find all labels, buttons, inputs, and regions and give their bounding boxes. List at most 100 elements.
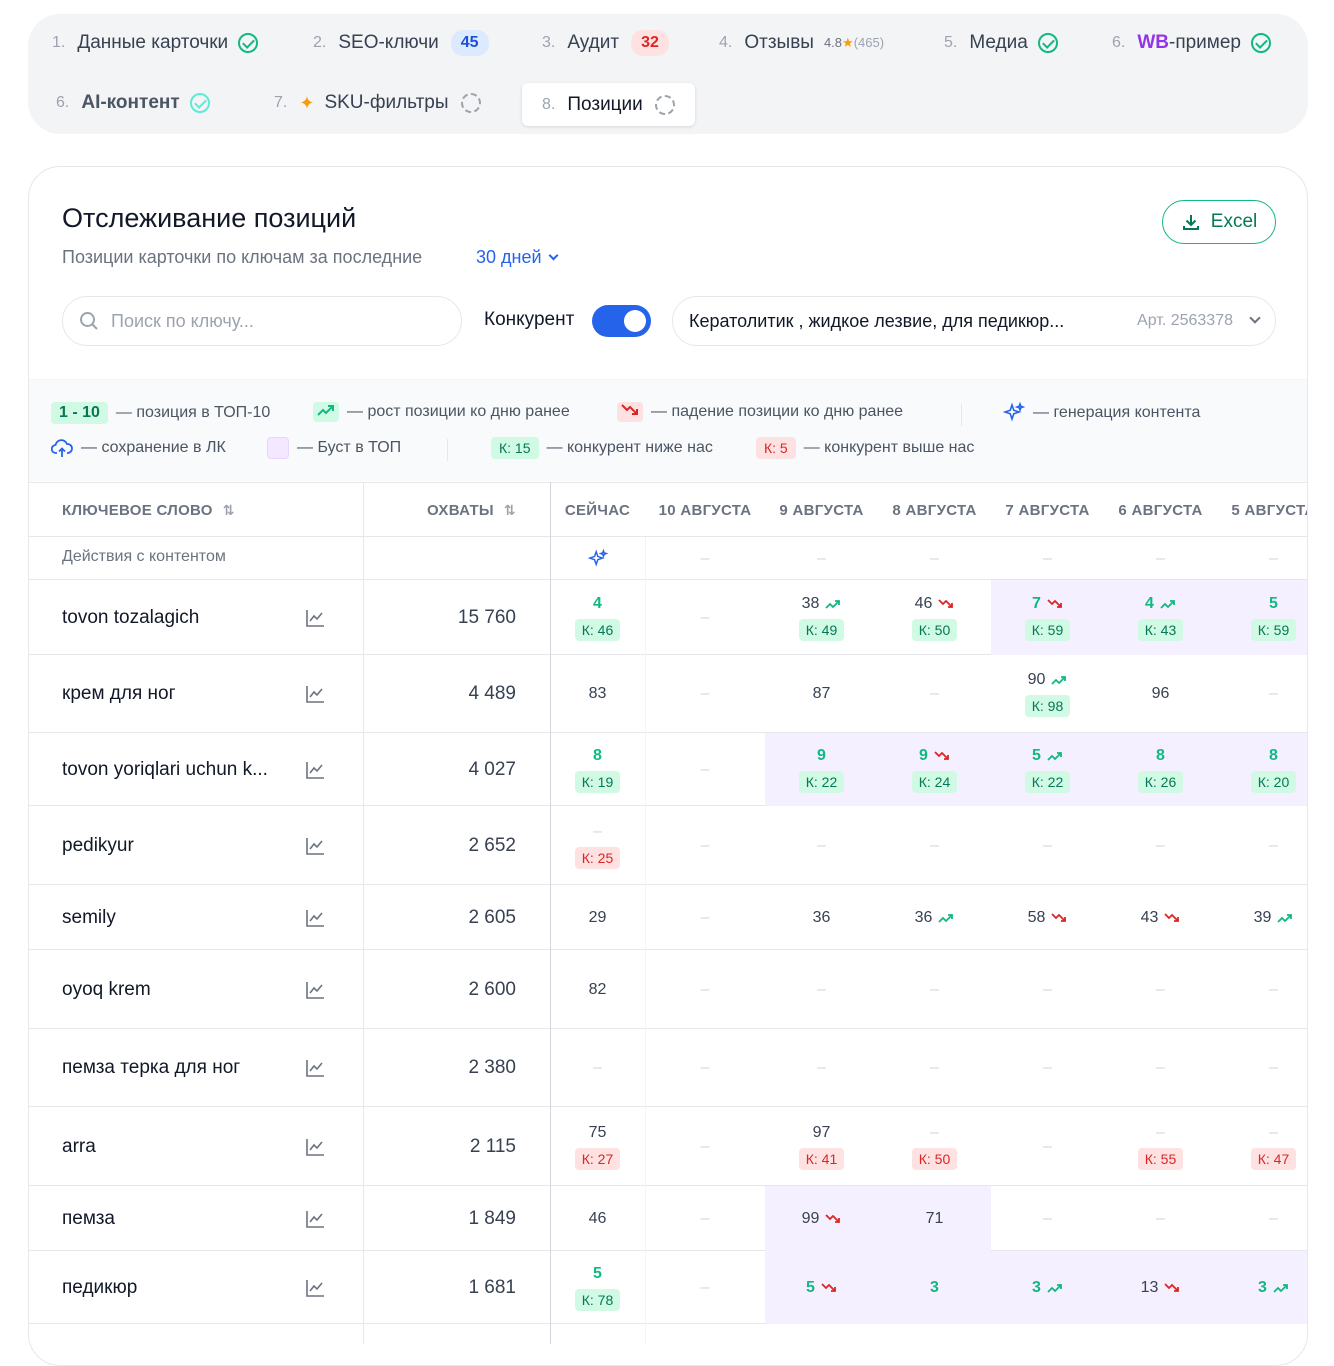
sparkle-icon: ✦ [299,92,315,113]
trend-up-icon [1277,912,1293,924]
tab-positions[interactable]: 8. Позиции [522,83,695,126]
header-reach[interactable]: ОХВАТЫ ⇅ [427,483,516,537]
reach-value: 2 652 [468,834,516,856]
tab-media[interactable]: 5. Медиа [920,21,1082,65]
chart-icon[interactable] [305,1210,325,1233]
position-cell: 9 К: 22 [765,733,878,806]
position-cell: 7 К: 59 [991,580,1104,655]
legend-top10: 1 - 10— позиция в ТОП-10 [51,402,270,424]
chart-icon[interactable] [305,685,325,708]
tab-card-data[interactable]: 1. Данные карточки [28,21,282,65]
chart-icon[interactable] [305,761,325,784]
position-cell: 5 К: 59 [1217,580,1307,655]
check-circle-icon [1251,33,1271,53]
position-cell: 5 [765,1251,878,1324]
chart-icon[interactable] [305,981,325,1004]
keyword-text: tovon tozalagich [62,606,200,628]
tab-wb-example[interactable]: 6. WB-пример [1088,21,1295,65]
competitor-toggle[interactable] [592,305,651,337]
position-cell: 4 К: 46 [550,580,645,655]
trend-down-icon [934,750,950,762]
position-cell: 82 [588,980,607,998]
header-date-col: 6 АВГУСТА [1118,501,1203,519]
chart-icon[interactable] [305,909,325,932]
keyword-search[interactable] [62,296,462,346]
trend-down-icon [1164,912,1180,924]
competitor-position-badge: К: 46 [574,618,621,641]
position-cell: – [1156,980,1165,998]
position-cell: – К: 47 [1217,1107,1307,1186]
trend-down-icon [825,1213,841,1225]
header-date-col: 8 АВГУСТА [892,501,977,519]
excel-export-button[interactable]: Excel [1162,200,1276,244]
generate-content-icon[interactable] [550,537,645,580]
chart-icon[interactable] [305,1138,325,1161]
pending-circle-icon [654,94,675,115]
position-cell: – [700,908,710,926]
reach-value: 1 681 [468,1276,516,1298]
competitor-position-badge: К: 20 [1250,770,1297,793]
trend-up-icon [938,912,954,924]
keyword-text: педикюр [62,1276,138,1298]
competitor-position-badge: К: 41 [798,1147,845,1170]
search-icon [80,312,98,330]
product-article: Арт. 2563378 [1137,312,1233,329]
position-cell: – [1156,1209,1165,1227]
competitor-product-select[interactable]: Кератолитик , жидкое лезвие, для педикюр… [672,296,1276,346]
keyword-text: крем для ног [62,683,176,704]
position-cell: 38 К: 49 [765,580,878,655]
table-row: пемза терка для ног 2 380 – – – – – – – [29,1029,1307,1107]
table-row: tovon tozalagich 15 760 4 К: 46 – 38 К: 49 46 К:… [29,580,1307,655]
legend-competitor-below: К: 15— конкурент ниже нас [491,437,713,459]
tab-ai-content[interactable]: 6. AI-контент [32,81,234,125]
position-cell: 90 К: 98 [991,655,1104,733]
column-divider [550,482,551,1344]
audit-count-badge: 32 [631,30,669,56]
position-cell: – [930,980,939,998]
search-input[interactable] [111,310,431,332]
competitor-position-badge: К: 98 [1024,695,1071,717]
position-cell: 5 К: 78 [550,1251,645,1324]
period-dropdown[interactable]: 30 дней [476,247,558,268]
header-date-col: 9 АВГУСТА [779,501,864,519]
chart-icon[interactable] [305,1279,325,1302]
tab-sku-filters[interactable]: 7. ✦ SKU-фильтры [250,81,505,125]
trend-down-icon [1164,1282,1180,1294]
chart-icon[interactable] [305,1059,325,1082]
competitor-position-badge: К: 22 [1024,770,1071,793]
position-cell: 4 К: 43 [1104,580,1217,655]
position-cell: – [700,1278,710,1296]
position-cell: – К: 55 [1104,1107,1217,1186]
position-cell: – [1043,980,1052,998]
position-cell: 83 [588,685,607,702]
column-divider [363,482,364,1344]
legend-down: — падение позиции ко дню ранее [617,402,903,422]
reach-value: 2 380 [468,1057,516,1078]
product-name: Кератолитик , жидкое лезвие, для педикюр… [689,310,1065,331]
tab-seo-keys[interactable]: 2. SEO-ключи 45 [289,21,513,65]
reach-value: 2 115 [469,1135,516,1157]
table-row: педикюр 1 681 5 К: 78–5 3 3 13 3 [29,1251,1307,1324]
keyword-text: пемза [62,1207,115,1229]
position-cell: 46 К: 50 [878,580,991,655]
position-cell: – [593,1059,602,1076]
sparkles-icon [1003,402,1025,422]
legend-competitor-above: К: 5— конкурент выше нас [756,437,974,459]
header-keyword[interactable]: КЛЮЧЕВОЕ СЛОВО ⇅ [62,483,235,537]
competitor-position-badge: К: 25 [574,846,621,869]
table-header: КЛЮЧЕВОЕ СЛОВО ⇅ ОХВАТЫ ⇅ СЕЙЧАС 10 АВГУСТА… [29,482,1307,537]
position-cell: 36 [878,885,991,950]
tab-reviews[interactable]: 4. Отзывы 4.8★(465) [695,21,908,65]
position-cell: – [700,980,710,998]
table-row: pedikyur 2 652 – К: 25 – – – – – – [29,806,1307,885]
competitor-position-badge: К: 47 [1250,1147,1297,1170]
reach-value: 2 600 [468,978,516,1000]
position-cell: 87 [812,685,831,702]
competitor-position-badge: К: 59 [1024,618,1071,641]
table-row: oyoq krem 2 600 82 – – – – – – [29,950,1307,1029]
chart-icon[interactable] [305,837,325,860]
sort-icon: ⇅ [222,501,235,518]
trend-up-icon [1160,598,1176,610]
chart-icon[interactable] [305,609,325,632]
tab-audit[interactable]: 3. Аудит 32 [518,21,693,65]
